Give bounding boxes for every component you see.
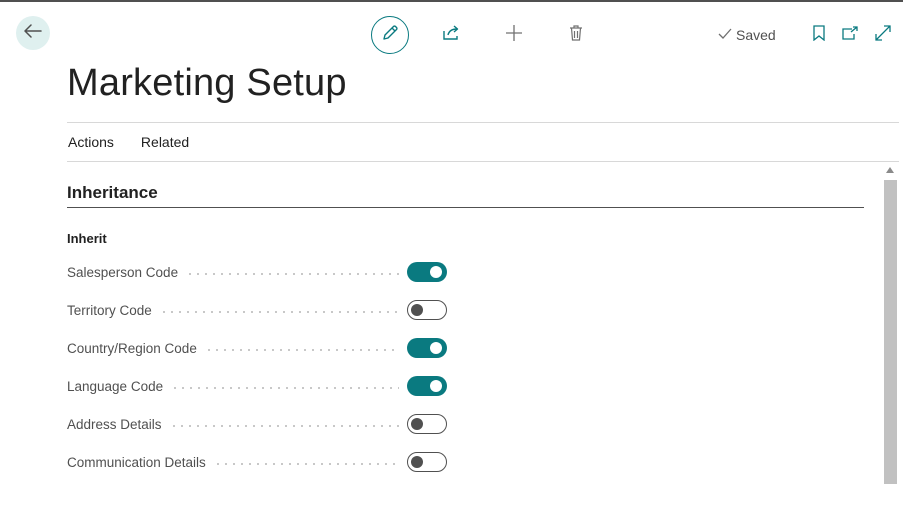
actions-menu[interactable]: Actions	[68, 134, 114, 150]
field-row: Salesperson Code	[67, 260, 447, 284]
field-leader-dots	[169, 425, 399, 427]
save-status-label: Saved	[736, 27, 776, 43]
vertical-scrollbar[interactable]	[883, 165, 897, 505]
field-leader-dots	[171, 387, 399, 389]
field-label: Territory Code	[67, 302, 152, 318]
open-new-window-icon	[842, 25, 858, 45]
plus-icon	[506, 24, 522, 46]
expand-icon	[875, 24, 891, 46]
field-label: Country/Region Code	[67, 340, 197, 356]
field-toggle[interactable]	[407, 338, 447, 358]
toggle-knob	[411, 304, 423, 316]
share-icon	[443, 24, 461, 46]
section-title[interactable]: Inheritance	[67, 183, 158, 203]
arrow-left-icon	[24, 23, 42, 43]
delete-button[interactable]	[557, 16, 595, 54]
pencil-icon	[381, 24, 399, 47]
toggle-knob	[411, 418, 423, 430]
field-toggle[interactable]	[407, 414, 447, 434]
field-row: Territory Code	[67, 298, 447, 322]
checkmark-icon	[718, 27, 732, 43]
divider	[67, 161, 899, 162]
toggle-knob	[411, 456, 423, 468]
related-menu[interactable]: Related	[141, 134, 189, 150]
field-row: Country/Region Code	[67, 336, 447, 360]
toggle-knob	[430, 380, 442, 392]
toggle-knob	[430, 266, 442, 278]
toggle-knob	[430, 342, 442, 354]
open-new-window-button[interactable]	[840, 24, 860, 46]
field-label: Address Details	[67, 416, 162, 432]
field-leader-dots	[159, 311, 399, 313]
bookmark-icon	[813, 24, 825, 46]
window-top-border	[0, 0, 903, 2]
field-toggle[interactable]	[407, 262, 447, 282]
field-toggle[interactable]	[407, 452, 447, 472]
action-menu-bar: Actions Related	[68, 134, 189, 150]
field-toggle[interactable]	[407, 376, 447, 396]
field-leader-dots	[186, 273, 399, 275]
field-leader-dots	[204, 349, 399, 351]
bookmark-button[interactable]	[809, 24, 829, 46]
field-row: Address Details	[67, 412, 447, 436]
page-title: Marketing Setup	[67, 62, 347, 104]
section-divider	[67, 207, 864, 208]
expand-button[interactable]	[873, 24, 893, 46]
back-button[interactable]	[16, 16, 50, 50]
group-title: Inherit	[67, 231, 107, 246]
field-label: Language Code	[67, 378, 164, 394]
scrollbar-thumb[interactable]	[884, 180, 897, 484]
new-button[interactable]	[495, 16, 533, 54]
edit-button[interactable]	[371, 16, 409, 54]
field-label: Communication Details	[67, 454, 206, 470]
trash-icon	[569, 24, 583, 46]
field-label: Salesperson Code	[67, 264, 179, 280]
save-status: Saved	[718, 26, 776, 44]
scroll-up-arrow-icon[interactable]	[886, 167, 894, 173]
field-leader-dots	[213, 463, 399, 465]
field-toggle[interactable]	[407, 300, 447, 320]
field-row: Communication Details	[67, 450, 447, 474]
divider	[67, 122, 899, 123]
share-button[interactable]	[433, 16, 471, 54]
field-row: Language Code	[67, 374, 447, 398]
